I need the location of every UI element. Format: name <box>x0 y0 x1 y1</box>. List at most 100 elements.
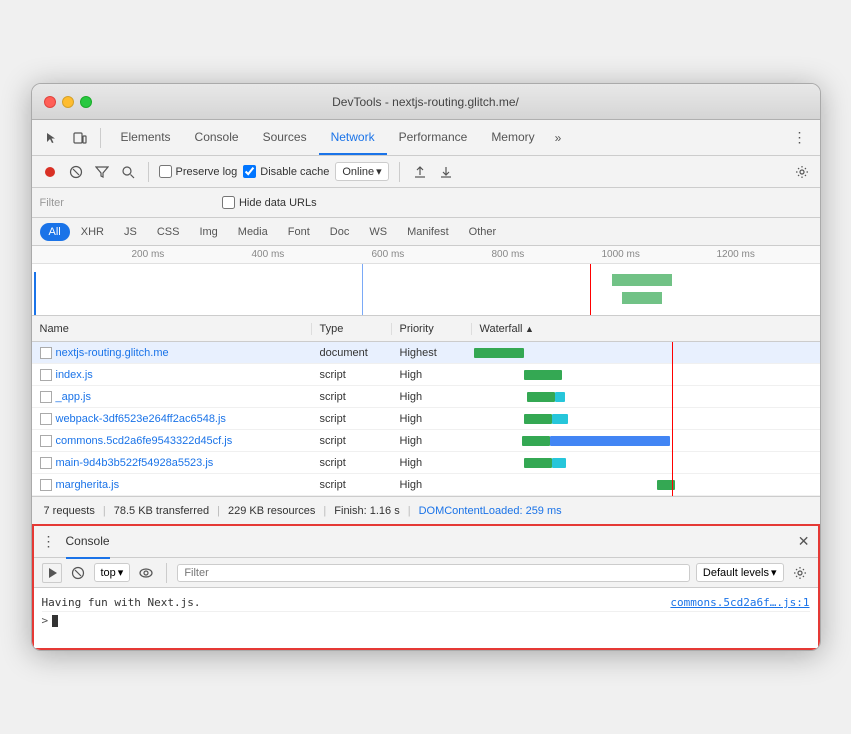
type-tab-js[interactable]: JS <box>115 223 146 241</box>
th-waterfall[interactable]: Waterfall <box>472 323 820 335</box>
more-tabs-button[interactable]: » <box>547 120 570 155</box>
console-prompt[interactable]: > <box>42 611 810 629</box>
level-chevron-icon: ▾ <box>771 566 777 579</box>
close-button[interactable] <box>44 96 56 108</box>
td-type-2: script <box>312 391 392 403</box>
status-finish: Finish: 1.16 s <box>334 505 399 517</box>
type-tab-manifest[interactable]: Manifest <box>398 223 458 241</box>
console-log-source[interactable]: commons.5cd2a6f….js:1 <box>670 596 809 609</box>
type-tab-all[interactable]: All <box>40 223 70 241</box>
td-type-0: document <box>312 347 392 359</box>
table-row[interactable]: main-9d4b3b522f54928a5523.js script High <box>32 452 820 474</box>
wf-red-line-2 <box>672 386 673 408</box>
maximize-button[interactable] <box>80 96 92 108</box>
clear-button[interactable] <box>66 162 86 182</box>
ruler-200ms: 200 ms <box>132 249 165 260</box>
play-icon[interactable] <box>42 563 62 583</box>
type-tab-doc[interactable]: Doc <box>321 223 359 241</box>
wf-red-line-3 <box>672 408 673 430</box>
th-priority[interactable]: Priority <box>392 323 472 335</box>
tab-console[interactable]: Console <box>183 120 251 155</box>
throttle-chevron-icon: ▾ <box>376 165 382 178</box>
settings-icon[interactable] <box>792 162 812 182</box>
device-toolbar-icon[interactable] <box>68 126 92 150</box>
context-chevron-icon: ▾ <box>118 566 124 579</box>
status-transferred: 78.5 KB transferred <box>114 505 209 517</box>
type-tab-img[interactable]: Img <box>190 223 226 241</box>
hide-data-urls-label[interactable]: Hide data URLs <box>222 196 317 209</box>
record-button[interactable] <box>40 162 60 182</box>
td-priority-6: High <box>392 479 472 491</box>
level-select[interactable]: Default levels ▾ <box>696 563 784 582</box>
th-type[interactable]: Type <box>312 323 392 335</box>
context-select[interactable]: top ▾ <box>94 563 131 582</box>
console-close-button[interactable]: ✕ <box>798 533 810 550</box>
wf-bar-3g <box>524 414 552 424</box>
type-tab-css[interactable]: CSS <box>148 223 189 241</box>
tab-performance[interactable]: Performance <box>387 120 480 155</box>
td-name-3: webpack-3df6523e264ff2ac6548.js <box>32 413 312 425</box>
timeline-area: 200 ms 400 ms 600 ms 800 ms 1000 ms 1200… <box>32 246 820 316</box>
cursor-icon[interactable] <box>40 126 64 150</box>
file-icon <box>40 369 52 381</box>
table-row[interactable]: _app.js script High <box>32 386 820 408</box>
minimize-button[interactable] <box>62 96 74 108</box>
type-tab-other[interactable]: Other <box>460 223 506 241</box>
prompt-arrow-icon: > <box>42 614 49 627</box>
td-name-5: main-9d4b3b522f54928a5523.js <box>32 457 312 469</box>
ruler-800ms: 800 ms <box>492 249 525 260</box>
timeline-green-bar1 <box>612 274 672 286</box>
throttle-select[interactable]: Online ▾ <box>335 162 388 181</box>
table-row[interactable]: webpack-3df6523e264ff2ac6548.js script H… <box>32 408 820 430</box>
devtools-menu-icon[interactable]: ⋮ <box>788 126 812 150</box>
table-row[interactable]: margherita.js script High <box>32 474 820 496</box>
toolbar-sep1 <box>148 162 149 182</box>
tab-network[interactable]: Network <box>319 120 387 155</box>
type-tab-xhr[interactable]: XHR <box>72 223 113 241</box>
stop-icon[interactable] <box>68 563 88 583</box>
download-icon[interactable] <box>436 162 456 182</box>
type-tab-media[interactable]: Media <box>229 223 277 241</box>
wf-red-line-4 <box>672 430 673 452</box>
disable-cache-label[interactable]: Disable cache <box>243 165 329 178</box>
upload-icon[interactable] <box>410 162 430 182</box>
devtools-body: Elements Console Sources Network Perform… <box>32 120 820 650</box>
filter-icon[interactable] <box>92 162 112 182</box>
preserve-log-checkbox[interactable] <box>159 165 172 178</box>
td-type-4: script <box>312 435 392 447</box>
table-row[interactable]: commons.5cd2a6fe9543322d45cf.js script H… <box>32 430 820 452</box>
td-type-5: script <box>312 457 392 469</box>
disable-cache-checkbox[interactable] <box>243 165 256 178</box>
status-bar: 7 requests | 78.5 KB transferred | 229 K… <box>32 496 820 524</box>
tab-sources[interactable]: Sources <box>251 120 319 155</box>
hide-data-urls-checkbox[interactable] <box>222 196 235 209</box>
wf-bar-4g <box>522 436 550 446</box>
th-name[interactable]: Name <box>32 323 312 335</box>
wf-bar-2g <box>527 392 555 402</box>
eye-icon[interactable] <box>136 563 156 583</box>
console-settings-icon[interactable] <box>790 563 810 583</box>
console-filter-input[interactable] <box>177 564 690 582</box>
window-title: DevTools - nextjs-routing.glitch.me/ <box>332 95 519 109</box>
td-priority-5: High <box>392 457 472 469</box>
td-type-1: script <box>312 369 392 381</box>
dom-content-marker <box>590 264 591 316</box>
console-header: ⋮ Console ✕ <box>34 526 818 558</box>
search-icon[interactable] <box>118 162 138 182</box>
filter-input[interactable] <box>68 197 210 209</box>
preserve-log-label[interactable]: Preserve log <box>159 165 238 178</box>
table-row[interactable]: index.js script High <box>32 364 820 386</box>
wf-red-line-6 <box>672 474 673 496</box>
type-tab-font[interactable]: Font <box>279 223 319 241</box>
file-icon <box>40 435 52 447</box>
filter-input-label: Filter <box>40 197 64 209</box>
tab-memory[interactable]: Memory <box>479 120 546 155</box>
wf-bar-0 <box>474 348 524 358</box>
nav-tabs: Elements Console Sources Network Perform… <box>109 120 784 155</box>
console-drag-icon[interactable]: ⋮ <box>42 533 56 550</box>
table-row[interactable]: nextjs-routing.glitch.me document Highes… <box>32 342 820 364</box>
td-name-1: index.js <box>32 369 312 381</box>
tab-elements[interactable]: Elements <box>109 120 183 155</box>
filter-input-wrap: Filter <box>40 197 210 209</box>
type-tab-ws[interactable]: WS <box>360 223 396 241</box>
